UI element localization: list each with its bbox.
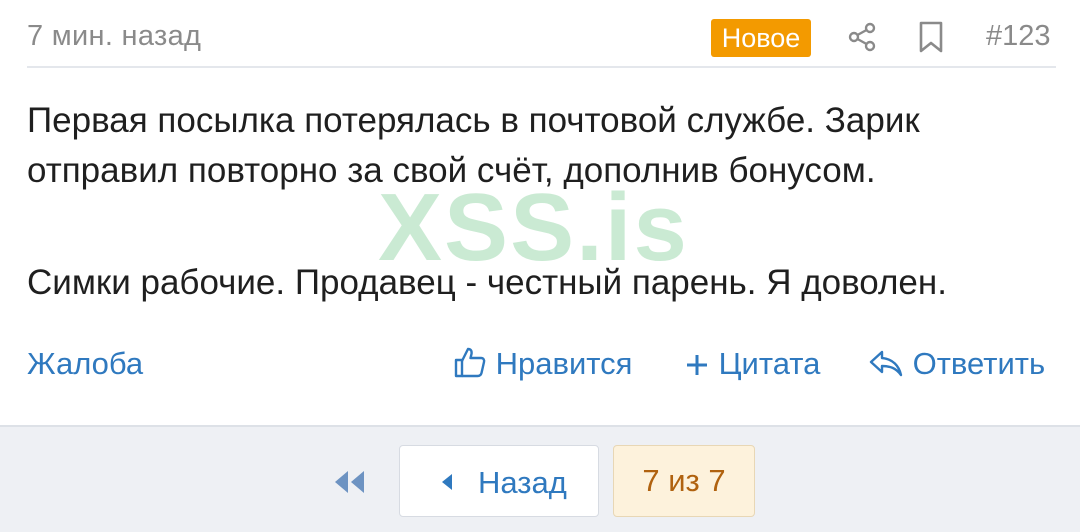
post-meta: 7 мин. назад Новое #123 [0,0,1080,66]
like-button[interactable]: Нравится [453,346,632,382]
post: 7 мин. назад Новое #123 Первая посылка п… [0,0,1080,425]
plus-icon [687,355,707,375]
post-number[interactable]: #123 [986,20,1051,53]
new-badge: Новое [711,19,811,57]
page-indicator[interactable]: 7 из 7 [613,445,755,517]
quote-label: Цитата [718,346,821,381]
pagination-bar: Назад 7 из 7 [0,425,1080,532]
post-message: Первая посылка потерялась в почтовой слу… [27,96,1067,308]
back-label: Назад [478,465,567,500]
reply-icon [869,350,903,377]
back-button[interactable]: Назад [399,445,599,517]
triangle-left-icon [442,474,452,490]
share-icon[interactable] [846,21,878,53]
reply-label: Ответить [912,346,1046,381]
like-label: Нравится [495,346,633,381]
report-link[interactable]: Жалоба [27,346,143,382]
post-time[interactable]: 7 мин. назад [27,20,201,53]
divider [27,66,1056,68]
thumbs-up-icon [454,347,486,378]
message-paragraph: Первая посылка потерялась в почтовой слу… [27,101,920,190]
double-chevron-left-icon[interactable] [330,467,370,497]
report-label: Жалоба [27,346,144,381]
post-actions: Жалоба Нравится Цитата Ответить [0,340,1080,390]
quote-button[interactable]: Цитата [684,346,820,382]
reply-button[interactable]: Ответить [868,346,1045,382]
bookmark-icon[interactable] [916,20,946,54]
message-paragraph: Симки рабочие. Продавец - честный парень… [27,263,947,302]
